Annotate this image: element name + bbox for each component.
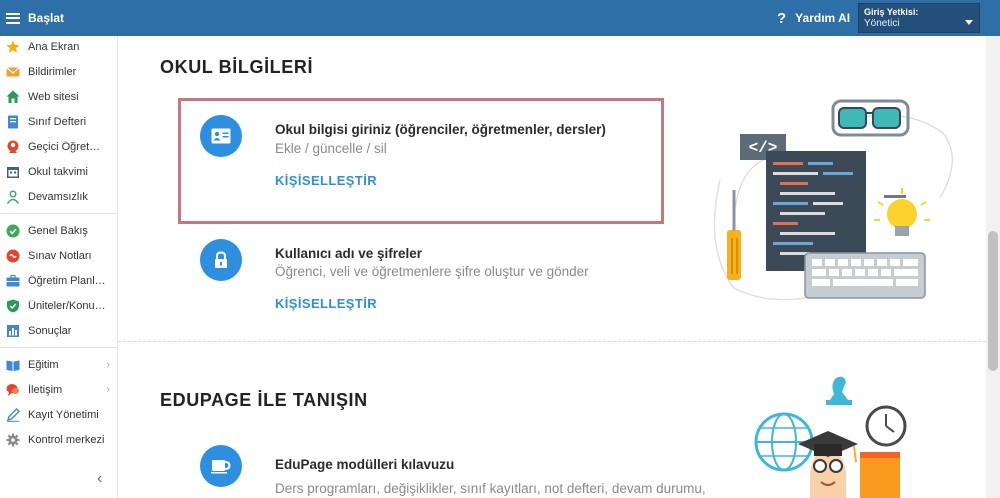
usernames-passwords-title: Kullanıcı adı ve şifreler <box>275 246 423 261</box>
school-info-title: Okul bilgisi giriniz (öğrenciler, öğretm… <box>275 122 606 137</box>
sidebar-item-label: Öğretim Planları <box>28 275 106 287</box>
sidebar-item-label: Sınıf Defteri <box>28 116 87 128</box>
bar-chart-icon <box>6 324 20 338</box>
start-menu-label: Başlat <box>28 11 65 25</box>
briefcase-icon <box>6 274 20 288</box>
collapse-sidebar-button[interactable]: ‹ <box>97 470 102 488</box>
modules-guide-subtitle: Ders programları, değişiklikler, sınıf k… <box>275 481 706 496</box>
role-select[interactable]: Giriş Yetkisi: Yönetici <box>858 3 980 33</box>
coffee-icon <box>200 445 242 487</box>
sidebar-item-label: Üniteler/Konular <box>28 300 106 312</box>
check-circle-icon <box>6 224 20 238</box>
star-icon <box>6 40 20 54</box>
sidebar-item-results[interactable]: Sonuçlar <box>0 320 118 342</box>
question-icon: ? <box>777 9 787 27</box>
highlight-box <box>178 98 664 224</box>
sidebar-item-label: Sonuçlar <box>28 325 72 337</box>
help-ai-button[interactable]: ? Yardım AI <box>777 0 850 36</box>
sidebar-item-control-center[interactable]: Kontrol merkezi <box>0 429 118 451</box>
sidebar-item-label: Ana Ekran <box>28 41 80 53</box>
customize-school-info-link[interactable]: KİŞİSELLEŞTİR <box>275 173 377 188</box>
sidebar-item-label: Kontrol merkezi <box>28 434 105 446</box>
shield-check-icon <box>6 299 20 313</box>
sidebar-item-communication[interactable]: İletişim › <box>0 379 118 401</box>
person-outline-icon <box>6 190 20 204</box>
customize-passwords-link[interactable]: KİŞİSELLEŞTİR <box>275 296 377 311</box>
school-info-subtitle: Ekle / güncelle / sil <box>275 141 387 156</box>
sidebar-item-units-topics[interactable]: Üniteler/Konular <box>0 295 118 317</box>
sidebar: Ana Ekran Bildirimler Web sitesi Sınıf D… <box>0 36 118 498</box>
sidebar-divider <box>0 213 118 214</box>
section-title-meet-edupage: EDUPAGE İLE TANIŞIN <box>160 390 368 410</box>
sidebar-item-registration[interactable]: Kayıt Yönetimi <box>0 404 118 426</box>
section-divider <box>118 341 986 342</box>
sidebar-item-notifications[interactable]: Bildirimler <box>0 61 118 83</box>
sidebar-divider <box>0 347 118 348</box>
top-bar: Başlat ? Yardım AI Giriş Yetkisi: Yöneti… <box>0 0 1000 36</box>
role-select-label: Giriş Yetkisi: <box>864 7 919 17</box>
chat-icon <box>6 383 20 397</box>
sidebar-item-label: Devamsızlık <box>28 191 88 203</box>
graduation-illustration <box>754 376 907 498</box>
sidebar-item-home[interactable]: Ana Ekran <box>0 36 118 58</box>
chevron-right-icon: › <box>106 384 110 396</box>
section-title-school-info: OKUL BİLGİLERİ <box>160 57 314 77</box>
main-content: OKUL BİLGİLERİ Okul bilgisi giriniz (öğr… <box>118 36 986 498</box>
help-ai-label: Yardım AI <box>795 11 851 25</box>
sidebar-item-label: Sınav Notları <box>28 250 92 262</box>
chevron-right-icon: › <box>106 359 110 371</box>
sidebar-item-label: Bildirimler <box>28 66 77 78</box>
page-scrollbar[interactable] <box>986 36 1000 498</box>
sidebar-item-education[interactable]: Eğitim › <box>0 354 118 376</box>
calendar-icon <box>6 165 20 179</box>
sidebar-item-attendance[interactable]: Devamsızlık <box>0 186 118 208</box>
sidebar-item-label: Genel Bakış <box>28 225 88 237</box>
sidebar-item-class-register[interactable]: Sınıf Defteri <box>0 111 118 133</box>
sidebar-item-website[interactable]: Web sitesi <box>0 86 118 108</box>
lock-icon <box>200 239 242 281</box>
person-icon <box>6 140 20 154</box>
usernames-passwords-subtitle: Öğrenci, veli ve öğretmenlere şifre oluş… <box>275 264 589 279</box>
id-card-icon <box>200 115 242 157</box>
gear-icon <box>6 433 20 447</box>
start-menu-button[interactable]: Başlat <box>0 0 120 36</box>
notebook-icon <box>6 115 20 129</box>
envelope-icon <box>6 65 20 79</box>
sidebar-item-label: Kayıt Yönetimi <box>28 409 99 421</box>
sidebar-item-label: Web sitesi <box>28 91 79 103</box>
hamburger-icon <box>6 12 20 24</box>
sidebar-item-label: Geçici Öğretmen <box>28 141 106 153</box>
grade-icon <box>6 249 20 263</box>
developer-illustration: </> <box>713 99 953 301</box>
sidebar-item-label: Okul takvimi <box>28 166 88 178</box>
sidebar-item-teaching-plans[interactable]: Öğretim Planları <box>0 270 118 292</box>
house-icon <box>6 90 20 104</box>
scrollbar-thumb[interactable] <box>988 231 998 371</box>
sidebar-item-substitute-teacher[interactable]: Geçici Öğretmen <box>0 136 118 158</box>
sidebar-item-label: Eğitim <box>28 359 59 371</box>
caret-down-icon <box>965 20 973 25</box>
modules-guide-title: EduPage modülleri kılavuzu <box>275 457 455 472</box>
sidebar-item-label: İletişim <box>28 384 63 396</box>
sidebar-item-overview[interactable]: Genel Bakış <box>0 220 118 242</box>
role-select-value: Yönetici <box>864 18 900 29</box>
sidebar-item-school-calendar[interactable]: Okul takvimi <box>0 161 118 183</box>
book-icon <box>6 358 20 372</box>
sidebar-item-exam-grades[interactable]: Sınav Notları <box>0 245 118 267</box>
pen-icon <box>6 408 20 422</box>
